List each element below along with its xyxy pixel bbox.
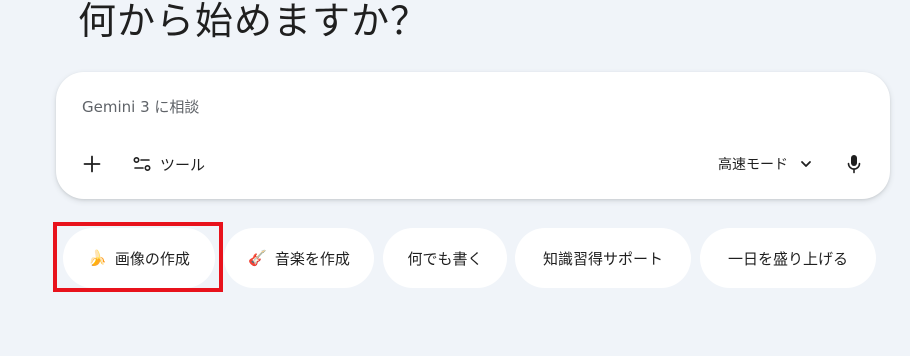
chevron-down-icon [801,161,811,167]
chip-label: 何でも書く [407,249,483,268]
tools-icon [133,156,151,172]
microphone-icon [847,155,861,174]
plus-icon [83,155,101,173]
chip-create-music[interactable]: 🎸 音楽を作成 [224,228,374,288]
tools-label: ツール [160,155,206,174]
chip-create-image[interactable]: 🍌 画像の作成 [63,228,215,288]
chip-write-anything[interactable]: 何でも書く [383,228,507,288]
banana-icon: 🍌 [88,248,107,267]
chip-label: 知識習得サポート [542,249,663,268]
prompt-input[interactable] [82,94,842,120]
chip-label: 一日を盛り上げる [727,249,848,268]
model-selector[interactable]: 高速モード [718,150,812,178]
chip-learning-support[interactable]: 知識習得サポート [515,228,691,288]
chip-label: 音楽を作成 [274,249,350,268]
model-label: 高速モード [718,157,788,173]
add-button[interactable] [78,150,106,178]
chip-boost-day[interactable]: 一日を盛り上げる [700,228,876,288]
page-headline: 何から始めますか？ [78,0,430,43]
microphone-button[interactable] [840,150,868,178]
prompt-card: ツール 高速モード [56,72,890,199]
guitar-icon: 🎸 [248,248,267,267]
tools-button[interactable]: ツール [132,150,205,178]
chip-label: 画像の作成 [114,249,190,268]
